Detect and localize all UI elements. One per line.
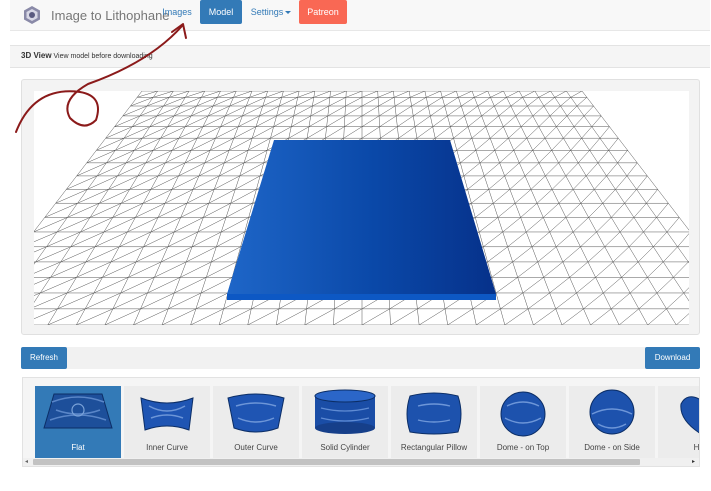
view-header: 3D View View model before downloading	[10, 45, 710, 68]
model-label: Rectangular Pillow	[400, 443, 468, 452]
model-label: Inner Curve	[146, 443, 188, 452]
model-tile-heart[interactable]: Hea	[658, 386, 700, 458]
dome-on-side-model-icon	[589, 389, 635, 435]
action-bar: Refresh Download	[21, 347, 700, 369]
scrollbar-thumb[interactable]	[33, 459, 640, 465]
scroll-right-arrow-icon[interactable]: ▸	[692, 458, 695, 466]
nav-images[interactable]: Images	[160, 0, 194, 24]
outer-curve-model-icon	[227, 393, 285, 433]
model-shape-strip[interactable]: Flat Inner Curve Outer Curve Solid Cylin…	[22, 377, 700, 467]
grid-line	[688, 260, 689, 263]
refresh-button[interactable]: Refresh	[21, 347, 67, 369]
model-label: Dome - on Side	[584, 443, 640, 452]
grid-line	[22, 277, 25, 293]
caret-down-icon	[285, 11, 292, 15]
grid-line	[22, 309, 30, 325]
model-tile-dome-on-side[interactable]: Dome - on Side	[569, 386, 655, 458]
view-title: 3D View	[21, 51, 52, 60]
model-label: Solid Cylinder	[320, 443, 370, 452]
nav-patreon[interactable]: Patreon	[299, 0, 347, 24]
hexagon-logo-icon	[24, 6, 40, 24]
model-tile-outer-curve[interactable]: Outer Curve	[213, 386, 299, 458]
model-tile-dome-on-top[interactable]: Dome - on Top	[480, 386, 566, 458]
scroll-left-arrow-icon[interactable]: ◂	[25, 458, 28, 466]
model-tile-inner-curve[interactable]: Inner Curve	[124, 386, 210, 458]
horizontal-scrollbar[interactable]: ◂ ▸	[23, 458, 699, 466]
view-subtitle: View model before downloading	[53, 53, 153, 60]
model-tile-flat[interactable]: Flat	[35, 386, 121, 458]
3d-scene	[22, 91, 701, 325]
download-button[interactable]: Download	[645, 347, 700, 369]
grid-line	[694, 293, 701, 309]
model-label: Dome - on Top	[496, 443, 550, 452]
nav-settings-label: Settings	[250, 7, 284, 17]
dome-on-top-model-icon	[500, 391, 546, 437]
nav-model[interactable]: Model	[200, 0, 242, 24]
inner-curve-model-icon	[140, 397, 194, 431]
model-label: Hea	[693, 443, 700, 452]
heart-model-icon	[680, 396, 699, 434]
3d-viewer-canvas[interactable]	[21, 79, 700, 335]
solid-cylinder-model-icon	[314, 389, 376, 434]
brand-name: Image to Lithophane	[51, 7, 170, 23]
grid-line	[34, 261, 36, 263]
model-label: Flat	[71, 443, 85, 452]
grid-line	[699, 262, 701, 277]
rectangular-pillow-model-icon	[406, 392, 462, 435]
brand[interactable]: Image to Lithophane	[22, 3, 170, 27]
top-navbar: Image to Lithophane Images Model Setting…	[10, 0, 710, 31]
flat-plate-model	[227, 140, 496, 300]
flat-model-icon	[43, 393, 113, 429]
model-tile-rectangular-pillow[interactable]: Rectangular Pillow	[391, 386, 477, 458]
nav-settings-dropdown[interactable]: Settings	[250, 0, 292, 24]
model-label: Outer Curve	[234, 443, 278, 452]
model-tile-solid-cylinder[interactable]: Solid Cylinder	[302, 386, 388, 458]
